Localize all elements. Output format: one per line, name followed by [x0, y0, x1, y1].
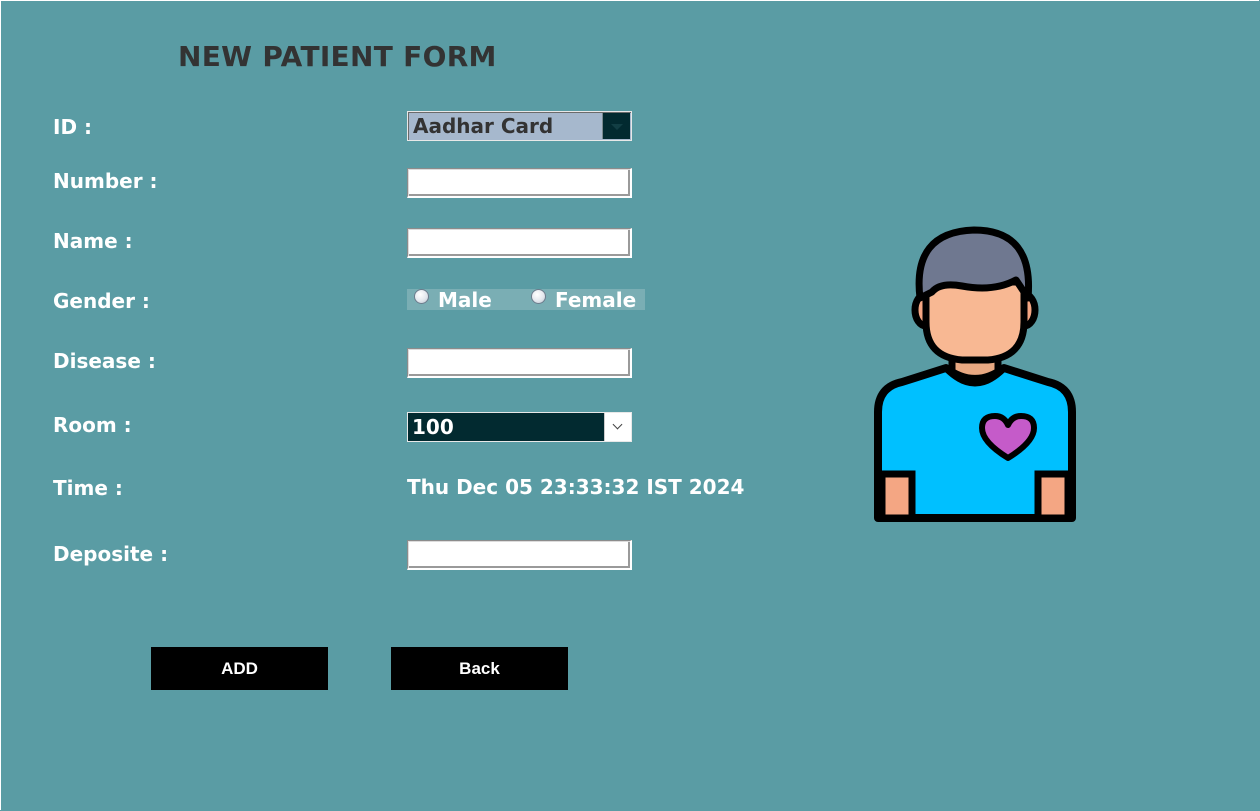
patient-avatar-icon: [874, 226, 1076, 522]
name-label: Name :: [53, 229, 133, 253]
add-button[interactable]: ADD: [151, 647, 328, 690]
disease-label: Disease :: [53, 349, 156, 373]
chevron-down-icon[interactable]: [602, 113, 630, 139]
room-label: Room :: [53, 413, 132, 437]
gender-option-female[interactable]: Female: [531, 287, 637, 312]
gender-label: Gender :: [53, 289, 150, 313]
time-value: Thu Dec 05 23:33:32 IST 2024: [407, 475, 745, 499]
time-label: Time :: [53, 476, 123, 500]
number-input[interactable]: [407, 168, 632, 198]
id-type-selected: Aadhar Card: [413, 114, 554, 138]
disease-input[interactable]: [407, 348, 632, 378]
gender-option-male[interactable]: Male: [414, 287, 492, 312]
id-label: ID :: [53, 115, 93, 139]
male-radio-label: Male: [438, 287, 492, 312]
male-radio-button[interactable]: [414, 289, 429, 304]
id-type-dropdown[interactable]: Aadhar Card: [407, 111, 632, 141]
female-radio-button[interactable]: [531, 289, 546, 304]
back-button[interactable]: Back: [391, 647, 568, 690]
number-label: Number :: [53, 169, 158, 193]
name-input[interactable]: [407, 228, 632, 258]
gender-radio-group: Male Female: [407, 287, 645, 312]
deposit-label: Deposite :: [53, 542, 169, 566]
room-dropdown[interactable]: 100: [407, 412, 632, 442]
page-title: NEW PATIENT FORM: [178, 40, 497, 73]
female-radio-label: Female: [555, 287, 637, 312]
room-selected: 100: [412, 415, 454, 439]
chevron-down-icon[interactable]: [604, 413, 631, 441]
deposit-input[interactable]: [407, 540, 632, 570]
